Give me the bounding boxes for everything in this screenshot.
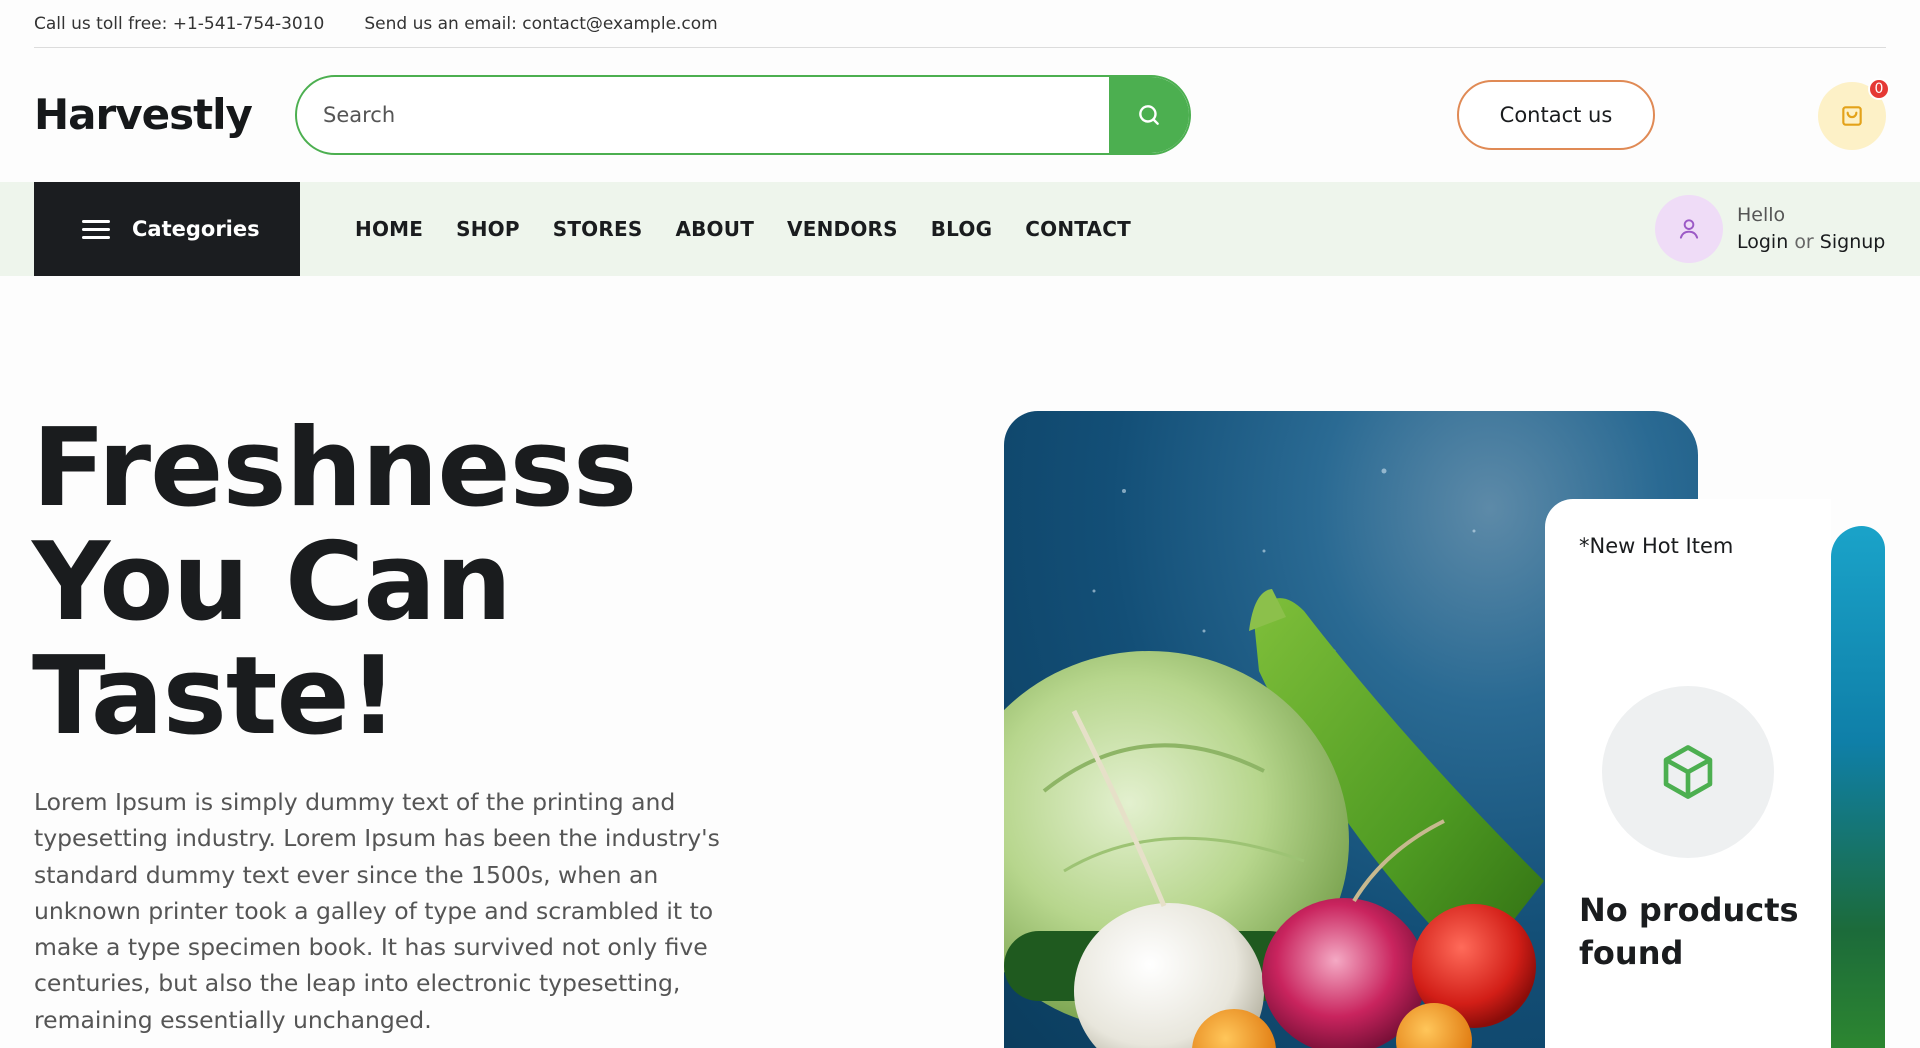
carousel-next-image[interactable] [1831,526,1885,1048]
nav-link-blog[interactable]: BLOG [931,217,993,241]
nav-link-contact[interactable]: CONTACT [1025,217,1131,241]
categories-button[interactable]: Categories [34,182,300,276]
top-info-bar: Call us toll free: +1-541-754-3010 Send … [34,0,1886,48]
hero-title: Freshness You Can Taste! [32,406,637,759]
search-bar [295,75,1191,155]
user-greeting: Hello [1737,204,1786,226]
login-link[interactable]: Login [1737,231,1788,253]
user-text: Hello Login or Signup [1737,202,1885,256]
hero-title-line: Taste! [32,634,398,759]
nav-link-stores[interactable]: STORES [553,217,643,241]
no-products-message: No products found [1579,891,1799,972]
main-navbar: Categories HOME SHOP STORES ABOUT VENDOR… [0,182,1920,276]
search-icon [1139,105,1159,125]
hamburger-icon [82,219,110,239]
site-logo[interactable]: Harvestly [34,90,253,139]
cart-button[interactable]: 0 [1818,78,1890,150]
user-icon [1679,219,1699,239]
hero-title-line: You Can [32,520,512,645]
login-or-text: or [1794,231,1814,253]
contact-us-button[interactable]: Contact us [1457,80,1655,150]
nav-link-vendors[interactable]: VENDORS [787,217,898,241]
nav-links: HOME SHOP STORES ABOUT VENDORS BLOG CONT… [355,182,1164,276]
hero-description: Lorem Ipsum is simply dummy text of the … [34,788,720,1034]
hot-item-label: *New Hot Item [1579,534,1734,558]
user-avatar[interactable] [1655,195,1723,263]
shopping-bag-icon [1842,106,1862,126]
empty-state-icon [1602,686,1774,858]
box-icon [1663,745,1713,799]
nav-link-home[interactable]: HOME [355,217,423,241]
email-info: Send us an email: contact@example.com [364,13,718,34]
nav-link-shop[interactable]: SHOP [456,217,520,241]
search-button[interactable] [1109,77,1189,153]
hero-title-line: Freshness [32,406,637,531]
nav-link-about[interactable]: ABOUT [675,217,754,241]
cart-count-badge: 0 [1868,78,1890,100]
hot-item-card: *New Hot Item No products found [1545,499,1831,1048]
phone-info: Call us toll free: +1-541-754-3010 [34,13,325,34]
user-account: Hello Login or Signup [1655,195,1885,263]
signup-link[interactable]: Signup [1820,231,1886,253]
categories-label: Categories [132,217,260,241]
search-input[interactable] [297,77,1109,153]
site-header: Harvestly Contact us 0 [34,48,1890,182]
